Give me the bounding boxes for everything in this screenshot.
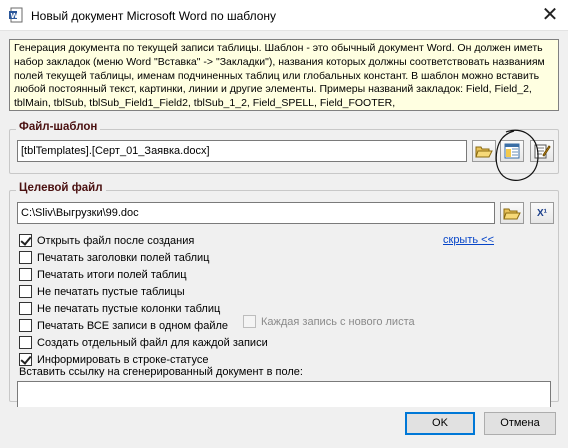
folder-open-icon bbox=[503, 208, 521, 219]
hand-drawn-circle-annotation bbox=[495, 129, 539, 181]
template-file-input[interactable]: [tblTemplates].[Серт_01_Заявка.docx] bbox=[17, 140, 467, 162]
svg-text:W: W bbox=[11, 12, 19, 20]
option-label: Не печатать пустые колонки таблиц bbox=[37, 302, 221, 315]
close-icon[interactable]: ✕ bbox=[538, 4, 562, 26]
x1-button[interactable]: X¹ bbox=[530, 202, 554, 224]
target-file-input[interactable]: C:\Sliv\Выгрузки\99.doc bbox=[17, 202, 495, 224]
option-label: Не печатать пустые таблицы bbox=[37, 285, 185, 298]
checkbox bbox=[243, 315, 256, 328]
option-each-record-new-sheet: Каждая запись с нового листа bbox=[243, 313, 415, 330]
info-description: Генерация документа по текущей записи та… bbox=[9, 39, 559, 111]
checkbox[interactable] bbox=[19, 285, 32, 298]
word-document-icon: W bbox=[8, 7, 24, 23]
hide-link[interactable]: скрыть << bbox=[443, 234, 494, 246]
checkbox[interactable] bbox=[19, 336, 32, 349]
insert-link-label: Вставить ссылку на сгенерированный докум… bbox=[19, 366, 303, 378]
option-open-after-create[interactable]: Открыть файл после создания bbox=[19, 232, 319, 249]
option-label: Открыть файл после создания bbox=[37, 234, 195, 247]
options-list: Открыть файл после создания Печатать заг… bbox=[19, 232, 319, 368]
option-label: Информировать в строке-статусе bbox=[37, 353, 209, 366]
window-title: Новый документ Microsoft Word по шаблону bbox=[31, 9, 277, 23]
checkbox[interactable] bbox=[19, 268, 32, 281]
checkbox[interactable] bbox=[19, 302, 32, 315]
insert-link-field[interactable] bbox=[17, 381, 551, 407]
option-label: Печатать ВСЕ записи в одном файле bbox=[37, 319, 229, 332]
folder-open-icon bbox=[475, 146, 493, 157]
template-file-label: Файл-шаблон bbox=[16, 121, 101, 133]
option-label: Создать отдельный файл для каждой записи bbox=[37, 336, 268, 349]
option-label: Печатать итоги полей таблиц bbox=[37, 268, 187, 281]
checkbox[interactable] bbox=[19, 353, 32, 366]
ok-button[interactable]: OK bbox=[405, 412, 475, 435]
target-file-label: Целевой файл bbox=[16, 182, 106, 194]
checkbox[interactable] bbox=[19, 319, 32, 332]
cancel-button[interactable]: Отмена bbox=[484, 412, 556, 435]
option-label: Каждая запись с нового листа bbox=[261, 315, 415, 328]
option-print-field-totals[interactable]: Печатать итоги полей таблиц bbox=[19, 266, 319, 283]
browse-target-button[interactable] bbox=[500, 202, 524, 224]
checkbox[interactable] bbox=[19, 251, 32, 264]
option-skip-empty-tables[interactable]: Не печатать пустые таблицы bbox=[19, 283, 319, 300]
checkbox[interactable] bbox=[19, 234, 32, 247]
option-label: Печатать заголовки полей таблиц bbox=[37, 251, 210, 264]
option-separate-file-per-record[interactable]: Создать отдельный файл для каждой записи bbox=[19, 334, 319, 351]
option-print-field-headers[interactable]: Печатать заголовки полей таблиц bbox=[19, 249, 319, 266]
